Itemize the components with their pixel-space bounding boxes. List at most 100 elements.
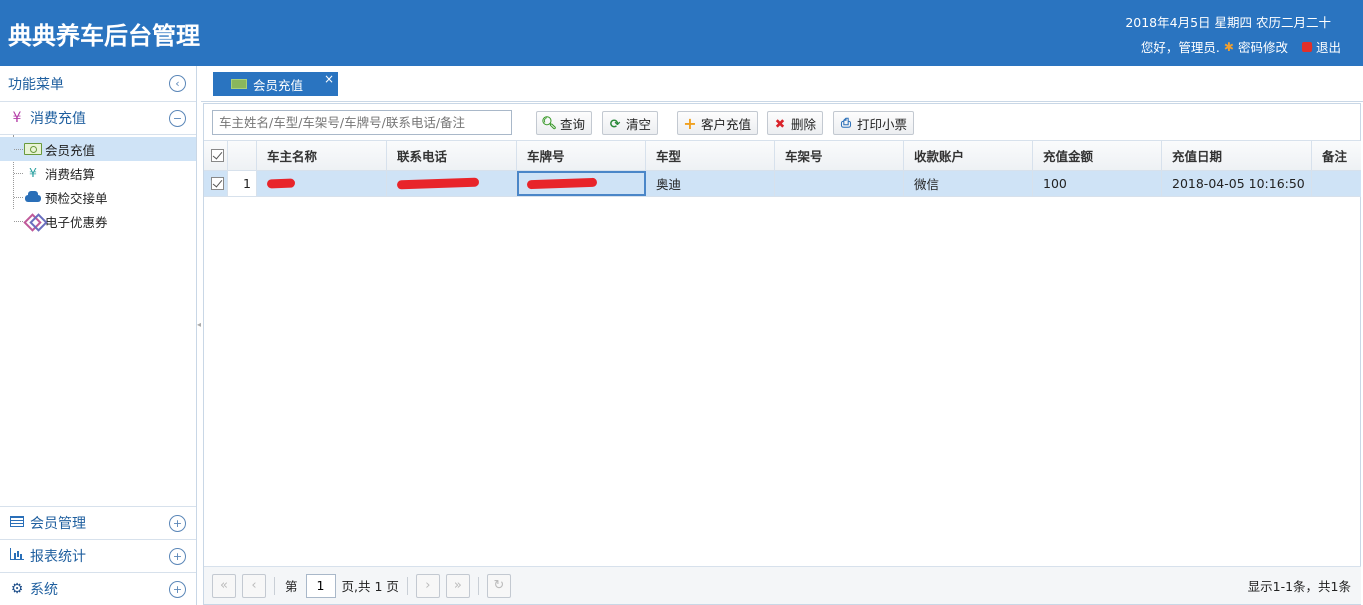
- divider: [477, 576, 479, 595]
- rownum-header: [228, 141, 257, 170]
- sidebar: 功能菜单 ‹ ¥ 消费充值 − 会员充值 ¥ 消费结算 预检交接单 电子优惠券 …: [0, 66, 197, 605]
- page-label: 第: [285, 579, 298, 594]
- clear-label: 清空: [626, 116, 652, 132]
- sidebar-bottom-sections: 会员管理 + 报表统计 + ⚙ 系统 +: [0, 506, 196, 605]
- redaction-mark: [396, 177, 480, 190]
- date-text: 2018年4月5日 星期四 农历二月二十: [1125, 15, 1331, 30]
- plate-cell[interactable]: [517, 171, 646, 196]
- table-header: 车主名称 联系电话 车牌号 车型 车架号 收款账户 充值金额 充值日期 备注: [204, 141, 1361, 171]
- divider: [274, 576, 275, 595]
- sidebar-section-member[interactable]: 会员管理 +: [0, 506, 196, 539]
- sidebar-item-label: 电子优惠券: [45, 214, 108, 230]
- pagination-bar: « ‹ 第 页,共 1 页 › » ↻ 显示1-1条，共1条: [204, 566, 1361, 604]
- sidebar-item-label: 会员充值: [45, 142, 96, 158]
- sidebar-item-label: 预检交接单: [45, 190, 108, 206]
- minus-circle-icon[interactable]: −: [169, 109, 186, 127]
- tab-label: 会员充值: [253, 77, 304, 93]
- logout-link[interactable]: 退出: [1316, 37, 1341, 56]
- toolbar: 🔍︎ 查询 ⟳ 清空 + 客户充值 ✖ 删除 ⎙ 打印小票: [204, 104, 1360, 141]
- search-icon: 🔍︎: [541, 115, 557, 130]
- redaction-mark: [526, 177, 598, 190]
- note-cell[interactable]: [1312, 171, 1361, 196]
- close-icon[interactable]: ×: [324, 72, 334, 86]
- model-cell[interactable]: 奥迪: [646, 171, 775, 196]
- plus-circle-icon[interactable]: +: [169, 580, 186, 598]
- sidebar-section-reports[interactable]: 报表统计 +: [0, 539, 196, 572]
- amount-cell[interactable]: 100: [1033, 171, 1162, 196]
- date-cell[interactable]: 2018-04-05 10:16:50: [1162, 171, 1312, 196]
- sidebar-item-member-recharge[interactable]: 会员充值: [0, 137, 196, 161]
- data-grid: 车主名称 联系电话 车牌号 车型 车架号 收款账户 充值金额 充值日期 备注 1: [204, 141, 1361, 197]
- sidebar-section-consume[interactable]: ¥ 消费充值 −: [0, 102, 196, 135]
- sidebar-item-coupon[interactable]: 电子优惠券: [0, 209, 196, 233]
- greeting-text: 您好，管理员.: [1140, 40, 1220, 55]
- coupon-icon: [24, 215, 42, 227]
- collapse-sidebar-icon[interactable]: ‹: [169, 75, 186, 92]
- prev-page-button[interactable]: ‹: [242, 573, 266, 598]
- delete-icon: ✖: [774, 115, 786, 131]
- sidebar-section-label: 消费充值: [30, 111, 86, 127]
- yen-icon: ¥: [12, 110, 22, 126]
- owner-cell[interactable]: [257, 171, 387, 196]
- column-header[interactable]: 充值日期: [1162, 141, 1312, 170]
- bar-chart-icon: [8, 548, 26, 564]
- column-header[interactable]: 车主名称: [257, 141, 387, 170]
- list-icon: [8, 515, 26, 531]
- column-header[interactable]: 车牌号: [517, 141, 646, 170]
- redaction-mark: [266, 178, 296, 189]
- column-header[interactable]: 充值金额: [1033, 141, 1162, 170]
- logout-icon: [1301, 41, 1313, 52]
- tab-bar: 会员充值 ×: [201, 66, 1363, 102]
- column-header[interactable]: 联系电话: [387, 141, 517, 170]
- refresh-page-button[interactable]: ↻: [486, 573, 511, 598]
- divider: [406, 576, 408, 595]
- sidebar-item-label: 消费结算: [45, 166, 96, 182]
- sidebar-header: 功能菜单 ‹: [0, 66, 196, 102]
- column-header[interactable]: 备注: [1312, 141, 1361, 170]
- main-area: 会员充值 × 🔍︎ 查询 ⟳ 清空 + 客户充值 ✖ 删除 ⎙: [201, 66, 1363, 605]
- phone-cell[interactable]: [387, 171, 517, 196]
- first-page-button[interactable]: «: [212, 573, 236, 598]
- query-label: 查询: [560, 116, 586, 132]
- delete-label: 删除: [791, 116, 817, 132]
- select-all-checkbox[interactable]: [204, 141, 228, 170]
- sidebar-tree: 会员充值 ¥ 消费结算 预检交接单 电子优惠券: [0, 135, 196, 233]
- account-cell[interactable]: 微信: [904, 171, 1033, 196]
- query-button[interactable]: 🔍︎ 查询: [536, 111, 593, 135]
- clear-button[interactable]: ⟳ 清空: [602, 111, 659, 135]
- sidebar-section-label: 报表统计: [30, 549, 86, 565]
- plus-circle-icon[interactable]: +: [169, 514, 186, 532]
- sidebar-title: 功能菜单: [8, 76, 64, 93]
- sidebar-item-inspection[interactable]: 预检交接单: [0, 185, 196, 209]
- yen-icon: ¥: [29, 165, 37, 180]
- page-total-text: 页,共 1 页: [341, 579, 399, 594]
- delete-button[interactable]: ✖ 删除: [767, 111, 824, 135]
- print-button[interactable]: ⎙ 打印小票: [833, 111, 915, 135]
- column-header[interactable]: 车型: [646, 141, 775, 170]
- sidebar-section-system[interactable]: ⚙ 系统 +: [0, 572, 196, 605]
- gear-icon: ⚙: [10, 581, 24, 597]
- refresh-icon: ⟳: [609, 115, 621, 131]
- search-input[interactable]: [212, 110, 512, 135]
- sidebar-section-label: 系统: [30, 582, 58, 598]
- page-number-input[interactable]: [305, 573, 336, 598]
- row-checkbox[interactable]: [204, 171, 228, 196]
- last-page-button[interactable]: »: [445, 573, 470, 598]
- vin-cell[interactable]: [775, 171, 904, 196]
- column-header[interactable]: 收款账户: [904, 141, 1033, 170]
- app-title: 典典养车后台管理: [8, 22, 200, 50]
- next-page-button[interactable]: ›: [415, 573, 440, 598]
- top-header: 典典养车后台管理 2018年4月5日 星期四 农历二月二十 您好，管理员. ✱ …: [0, 0, 1363, 66]
- plus-circle-icon[interactable]: +: [169, 547, 186, 565]
- sidebar-section-label: 会员管理: [30, 516, 86, 532]
- change-password-link[interactable]: 密码修改: [1238, 37, 1288, 56]
- recharge-label: 客户充值: [701, 116, 752, 132]
- recharge-button[interactable]: + 客户充值: [677, 111, 759, 135]
- sidebar-item-settlement[interactable]: ¥ 消费结算: [0, 161, 196, 185]
- table-row[interactable]: 1 奥迪 微信 100 2018-04-05 10:16:50: [204, 171, 1361, 197]
- print-label: 打印小票: [857, 116, 908, 132]
- column-header[interactable]: 车架号: [775, 141, 904, 170]
- plus-icon: +: [683, 113, 697, 133]
- tab-member-recharge[interactable]: 会员充值 ×: [213, 72, 338, 96]
- money-icon: [24, 143, 42, 155]
